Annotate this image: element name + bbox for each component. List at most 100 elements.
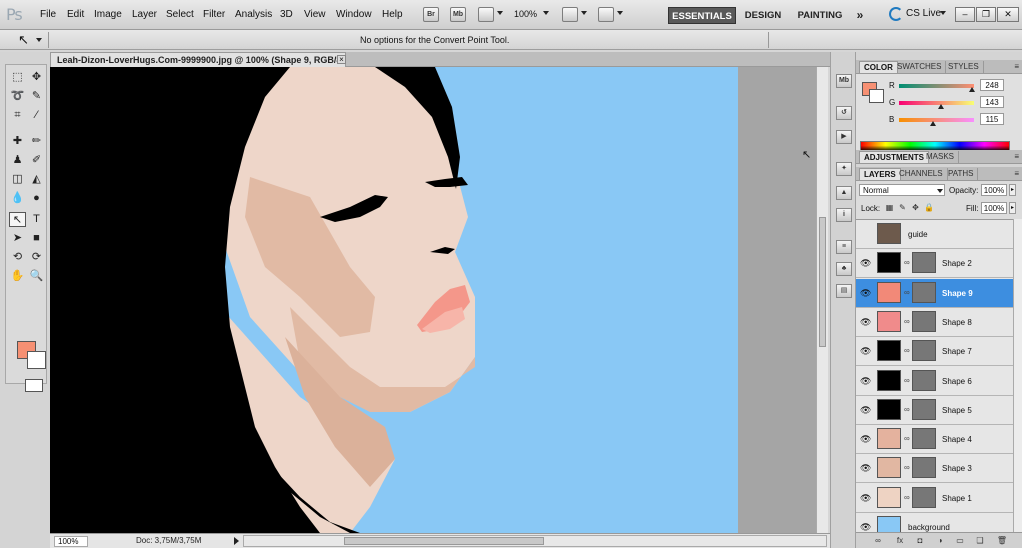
document-tab[interactable]: Leah-Dizon-LoverHugs.Com-9999900.jpg @ 1…: [50, 52, 355, 67]
tab-paths[interactable]: PATHS: [944, 168, 979, 180]
color-background-swatch[interactable]: [869, 89, 884, 103]
layer-thumbnail[interactable]: [877, 252, 901, 274]
layer-name[interactable]: Shape 2: [942, 259, 972, 268]
spot-healing-tool-icon[interactable]: ✚: [9, 134, 26, 149]
vector-mask-thumbnail[interactable]: [912, 369, 936, 391]
menu-help[interactable]: Help: [382, 9, 403, 20]
vector-mask-thumbnail[interactable]: [912, 428, 936, 450]
layer-row[interactable]: 👁 ∞ Shape 3: [856, 454, 1013, 484]
eraser-tool-icon[interactable]: ◫: [9, 172, 26, 187]
menu-window[interactable]: Window: [336, 9, 372, 20]
fill-arrow-icon[interactable]: ▸: [1009, 202, 1016, 214]
layer-row[interactable]: 👁 ∞ Shape 9: [856, 278, 1013, 308]
layer-style-icon[interactable]: fx: [894, 535, 906, 547]
scroll-thumb[interactable]: [344, 537, 544, 545]
styles-icon[interactable]: ▤: [836, 284, 852, 298]
adjustment-layer-icon[interactable]: ◑: [934, 535, 946, 547]
layer-name[interactable]: Shape 8: [942, 318, 972, 327]
brush-tool-icon[interactable]: ✏: [28, 134, 45, 149]
slider-r-value[interactable]: 248: [980, 79, 1004, 91]
brush-presets-icon[interactable]: ≡: [836, 240, 852, 254]
chevron-down-icon[interactable]: [617, 11, 623, 15]
workspace-essentials[interactable]: ESSENTIALS: [668, 7, 736, 24]
background-color-swatch[interactable]: [27, 351, 46, 369]
layer-thumbnail[interactable]: [877, 486, 901, 508]
trash-icon[interactable]: 🗑: [996, 535, 1008, 547]
dodge-tool-icon[interactable]: ●: [28, 191, 45, 206]
chain-link-icon[interactable]: ∞: [904, 434, 910, 443]
chain-link-icon[interactable]: ∞: [904, 376, 910, 385]
layer-name[interactable]: Shape 6: [942, 377, 972, 386]
lock-position-icon[interactable]: ✥: [911, 203, 920, 212]
tab-masks[interactable]: MASKS: [922, 151, 960, 163]
slider-b-track[interactable]: [899, 118, 974, 122]
layer-thumbnail[interactable]: [877, 369, 901, 391]
quick-selection-tool-icon[interactable]: ✎: [28, 89, 45, 104]
chain-link-icon[interactable]: ∞: [904, 493, 910, 502]
layer-name[interactable]: background: [908, 523, 950, 532]
navigator-icon[interactable]: ✦: [836, 162, 852, 176]
layer-row[interactable]: 👁 ∞ Shape 2: [856, 249, 1013, 279]
slider-g-value[interactable]: 143: [980, 96, 1004, 108]
visibility-eye-icon[interactable]: 👁: [860, 258, 871, 268]
layer-thumbnail[interactable]: [877, 310, 901, 332]
history-icon[interactable]: ↺: [836, 106, 852, 120]
clone-source-icon[interactable]: ♣: [836, 262, 852, 276]
chain-link-icon[interactable]: ∞: [904, 346, 910, 355]
layer-name[interactable]: Shape 9: [942, 289, 973, 298]
scroll-thumb[interactable]: [819, 217, 826, 347]
chain-link-icon[interactable]: ∞: [904, 405, 910, 414]
blend-mode-select[interactable]: Normal: [859, 184, 945, 196]
slider-b-value[interactable]: 115: [980, 113, 1004, 125]
fill-field[interactable]: 100%: [981, 202, 1007, 214]
screen-mode-button[interactable]: [598, 7, 614, 22]
layer-row[interactable]: 👁 ∞ Shape 6: [856, 366, 1013, 396]
visibility-eye-icon[interactable]: 👁: [860, 522, 871, 532]
tab-styles[interactable]: STYLES: [944, 61, 984, 73]
arrange-documents-button[interactable]: [562, 7, 578, 22]
move-tool-icon[interactable]: ✥: [28, 70, 45, 85]
tab-swatches[interactable]: SWATCHES: [893, 61, 947, 73]
slider-b-thumb[interactable]: [929, 121, 936, 126]
visibility-eye-icon[interactable]: 👁: [860, 317, 871, 327]
layers-list[interactable]: guide 👁 ∞ Shape 2 👁 ∞ Shape 9 👁 ∞ Shape 8 👁 ∞ Shape …: [856, 219, 1013, 542]
histogram-icon[interactable]: ▲: [836, 186, 852, 200]
layer-row[interactable]: 👁 ∞ Shape 8: [856, 307, 1013, 337]
menu-layer[interactable]: Layer: [132, 9, 157, 20]
chain-link-icon[interactable]: ∞: [904, 317, 910, 326]
close-icon[interactable]: ×: [337, 55, 346, 64]
new-group-icon[interactable]: ▭: [954, 535, 966, 547]
visibility-eye-icon[interactable]: 👁: [860, 405, 871, 415]
layer-row[interactable]: 👁 ∞ Shape 7: [856, 337, 1013, 367]
mini-bridge-icon[interactable]: Mb: [836, 74, 852, 88]
lasso-tool-icon[interactable]: ➰: [9, 89, 26, 104]
marquee-tool-icon[interactable]: ⬚: [9, 70, 26, 85]
lock-all-icon[interactable]: 🔒: [924, 203, 934, 212]
visibility-eye-icon[interactable]: 👁: [860, 376, 871, 386]
chevron-down-icon[interactable]: [497, 11, 503, 15]
rectangle-tool-icon[interactable]: ■: [28, 231, 45, 246]
path-selection-tool-icon[interactable]: ➤: [9, 231, 26, 246]
close-window-button[interactable]: ✕: [997, 7, 1019, 22]
vertical-scrollbar[interactable]: [816, 67, 828, 533]
3d-orbit-tool-icon[interactable]: ⟳: [28, 250, 45, 265]
tab-adjustments[interactable]: ADJUSTMENTS: [859, 151, 930, 163]
3d-rotate-tool-icon[interactable]: ⟲: [9, 250, 26, 265]
chain-link-icon[interactable]: ∞: [904, 258, 910, 267]
layer-thumbnail[interactable]: [877, 281, 901, 303]
layer-thumbnail[interactable]: [877, 428, 901, 450]
horizontal-scrollbar[interactable]: [243, 535, 827, 547]
lock-transparency-icon[interactable]: ▦: [885, 203, 894, 212]
layer-thumbnail[interactable]: [877, 457, 901, 479]
lock-pixels-icon[interactable]: ✎: [898, 203, 907, 212]
opacity-field[interactable]: 100%: [981, 184, 1007, 196]
convert-point-tool-icon[interactable]: ↖: [18, 32, 29, 48]
zoom-field[interactable]: 100%: [54, 536, 88, 547]
restore-button[interactable]: ❐: [976, 7, 996, 22]
cs-live-menu[interactable]: CS Live: [906, 8, 941, 19]
visibility-eye-icon[interactable]: [860, 229, 871, 239]
new-layer-icon[interactable]: ❑: [974, 535, 986, 547]
chevron-down-icon[interactable]: [36, 38, 42, 42]
chevron-down-icon[interactable]: [937, 189, 943, 193]
menu-3d[interactable]: 3D: [280, 9, 293, 20]
